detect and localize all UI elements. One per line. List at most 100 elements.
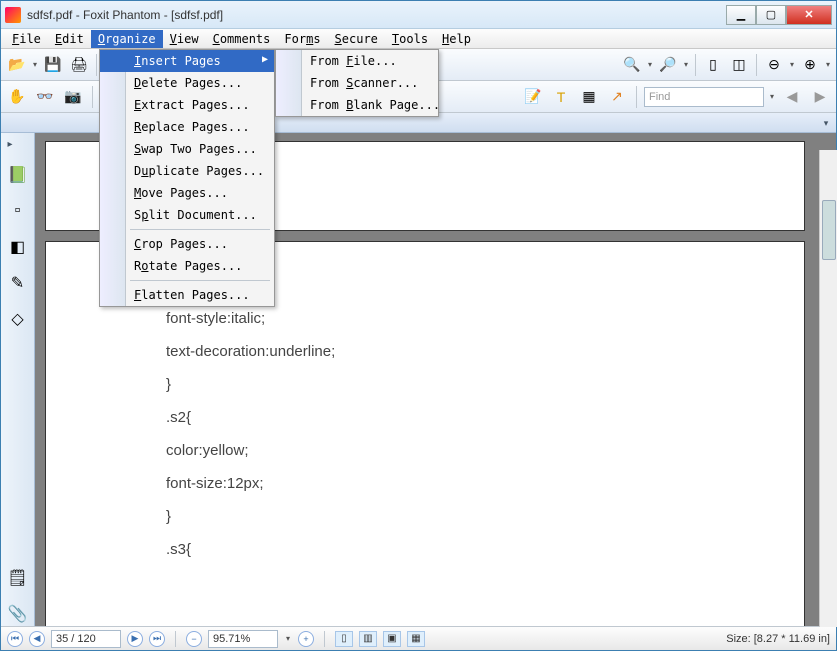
zoom-out-icon[interactable]: 🔍 bbox=[620, 53, 644, 77]
separator bbox=[175, 631, 176, 647]
stamp-tool-icon[interactable]: ▦ bbox=[577, 85, 601, 109]
menu-item-from-scanner[interactable]: From Scanner... bbox=[276, 72, 438, 94]
zoom-in-dropdown[interactable]: ▾ bbox=[682, 60, 690, 69]
fit-width-icon[interactable]: ◫ bbox=[727, 53, 751, 77]
fit-page-icon[interactable]: ▯ bbox=[701, 53, 725, 77]
rotate-cw-dropdown[interactable]: ▾ bbox=[824, 60, 832, 69]
window-buttons bbox=[726, 5, 832, 25]
separator bbox=[324, 631, 325, 647]
pages-panel-icon[interactable]: ▫ bbox=[6, 199, 30, 223]
menu-help[interactable]: Help bbox=[435, 30, 478, 48]
zoom-field[interactable]: 95.71% bbox=[208, 630, 278, 648]
menu-item-delete-pages[interactable]: Delete Pages... bbox=[100, 72, 274, 94]
first-page-button[interactable]: ⏮ bbox=[7, 631, 23, 647]
menu-item-insert-pages[interactable]: Insert Pages▶ bbox=[100, 50, 274, 72]
note-tool-icon[interactable]: 📝 bbox=[521, 85, 545, 109]
scrollbar-thumb[interactable] bbox=[822, 200, 836, 260]
organize-menu: Insert Pages▶ Delete Pages... Extract Pa… bbox=[99, 49, 275, 307]
document-text: } bbox=[166, 368, 684, 401]
bookmarks-panel-icon[interactable]: 📗 bbox=[6, 163, 30, 187]
titlebar: sdfsf.pdf - Foxit Phantom - [sdfsf.pdf] bbox=[1, 1, 836, 29]
arrow-tool-icon[interactable]: ↗ bbox=[605, 85, 629, 109]
window-title: sdfsf.pdf - Foxit Phantom - [sdfsf.pdf] bbox=[27, 8, 726, 22]
menu-tools[interactable]: Tools bbox=[385, 30, 435, 48]
app-icon bbox=[5, 7, 21, 23]
signatures-panel-icon[interactable]: ◇ bbox=[6, 307, 30, 331]
menu-forms[interactable]: Forms bbox=[277, 30, 327, 48]
layers-panel-icon[interactable]: ◧ bbox=[6, 235, 30, 259]
rotate-ccw-icon[interactable]: ⊖ bbox=[762, 53, 786, 77]
document-text: .s2{ bbox=[166, 401, 684, 434]
open-dropdown[interactable]: ▾ bbox=[31, 60, 39, 69]
menu-separator bbox=[130, 280, 270, 281]
continuous-view-icon[interactable]: ▥ bbox=[359, 631, 377, 647]
snapshot-tool-icon[interactable]: 📷 bbox=[61, 85, 85, 109]
status-bar: ⏮ ◀ 35 / 120 ▶ ⏭ − 95.71%▾ + ▯ ▥ ▣ ▦ Siz… bbox=[1, 626, 836, 650]
document-text: } bbox=[166, 500, 684, 533]
tabstrip-expand-icon[interactable]: ▾ bbox=[818, 115, 834, 131]
insert-pages-submenu: From File... From Scanner... From Blank … bbox=[275, 49, 439, 117]
separator bbox=[695, 54, 696, 76]
document-text: color:yellow; bbox=[166, 434, 684, 467]
close-button[interactable] bbox=[786, 5, 832, 25]
menu-item-from-blank-page[interactable]: From Blank Page... bbox=[276, 94, 438, 116]
next-page-button[interactable]: ▶ bbox=[127, 631, 143, 647]
zoom-out-button[interactable]: − bbox=[186, 631, 202, 647]
minimize-button[interactable] bbox=[726, 5, 756, 25]
menu-view[interactable]: View bbox=[163, 30, 206, 48]
menubar: File Edit Organize View Comments Forms S… bbox=[1, 29, 836, 49]
menu-comments[interactable]: Comments bbox=[206, 30, 278, 48]
menu-separator bbox=[130, 229, 270, 230]
find-input[interactable]: Find bbox=[644, 87, 764, 107]
menu-item-duplicate-pages[interactable]: Duplicate Pages... bbox=[100, 160, 274, 182]
zoom-dropdown[interactable]: ▾ bbox=[284, 634, 292, 643]
vertical-scrollbar[interactable] bbox=[819, 150, 837, 627]
print-icon[interactable]: 🖨 bbox=[67, 53, 91, 77]
comments-panel-icon[interactable]: ✎ bbox=[6, 271, 30, 295]
document-text: .s3{ bbox=[166, 533, 684, 566]
continuous-facing-view-icon[interactable]: ▦ bbox=[407, 631, 425, 647]
menu-item-move-pages[interactable]: Move Pages... bbox=[100, 182, 274, 204]
last-page-button[interactable]: ⏭ bbox=[149, 631, 165, 647]
document-text: font-size:12px; bbox=[166, 467, 684, 500]
menu-item-crop-pages[interactable]: Crop Pages... bbox=[100, 233, 274, 255]
menu-organize[interactable]: Organize bbox=[91, 30, 163, 48]
zoom-in-button[interactable]: + bbox=[298, 631, 314, 647]
separator bbox=[756, 54, 757, 76]
menu-item-replace-pages[interactable]: Replace Pages... bbox=[100, 116, 274, 138]
maximize-button[interactable] bbox=[756, 5, 786, 25]
menu-item-swap-pages[interactable]: Swap Two Pages... bbox=[100, 138, 274, 160]
menu-item-split-document[interactable]: Split Document... bbox=[100, 204, 274, 226]
open-icon[interactable]: 📂 bbox=[5, 53, 29, 77]
find-prev-icon[interactable]: ◀ bbox=[780, 85, 804, 109]
select-tool-icon[interactable]: 👓 bbox=[33, 85, 57, 109]
menu-secure[interactable]: Secure bbox=[328, 30, 385, 48]
save-icon[interactable]: 💾 bbox=[41, 53, 65, 77]
menu-item-extract-pages[interactable]: Extract Pages... bbox=[100, 94, 274, 116]
single-page-view-icon[interactable]: ▯ bbox=[335, 631, 353, 647]
notes-panel-icon[interactable]: 🗒 bbox=[6, 566, 30, 590]
menu-edit[interactable]: Edit bbox=[48, 30, 91, 48]
menu-file[interactable]: File bbox=[5, 30, 48, 48]
menu-item-flatten-pages[interactable]: Flatten Pages... bbox=[100, 284, 274, 306]
find-next-icon[interactable]: ▶ bbox=[808, 85, 832, 109]
rotate-ccw-dropdown[interactable]: ▾ bbox=[788, 60, 796, 69]
attachments-panel-icon[interactable]: 📎 bbox=[6, 602, 30, 626]
menu-item-rotate-pages[interactable]: Rotate Pages... bbox=[100, 255, 274, 277]
document-text: text-decoration:underline; bbox=[166, 335, 684, 368]
zoom-in-icon[interactable]: 🔎 bbox=[656, 53, 680, 77]
page-number-field[interactable]: 35 / 120 bbox=[51, 630, 121, 648]
separator bbox=[96, 54, 97, 76]
prev-page-button[interactable]: ◀ bbox=[29, 631, 45, 647]
hand-tool-icon[interactable]: ✋ bbox=[5, 85, 29, 109]
find-dropdown[interactable]: ▾ bbox=[768, 92, 776, 101]
highlight-tool-icon[interactable]: T bbox=[549, 85, 573, 109]
side-panel: ▸ 📗 ▫ ◧ ✎ ◇ 🗒 📎 bbox=[1, 133, 35, 626]
separator bbox=[92, 86, 93, 108]
rotate-cw-icon[interactable]: ⊕ bbox=[798, 53, 822, 77]
sidepanel-collapse-icon[interactable]: ▸ bbox=[3, 137, 17, 151]
separator bbox=[636, 86, 637, 108]
facing-view-icon[interactable]: ▣ bbox=[383, 631, 401, 647]
zoom-out-dropdown[interactable]: ▾ bbox=[646, 60, 654, 69]
menu-item-from-file[interactable]: From File... bbox=[276, 50, 438, 72]
